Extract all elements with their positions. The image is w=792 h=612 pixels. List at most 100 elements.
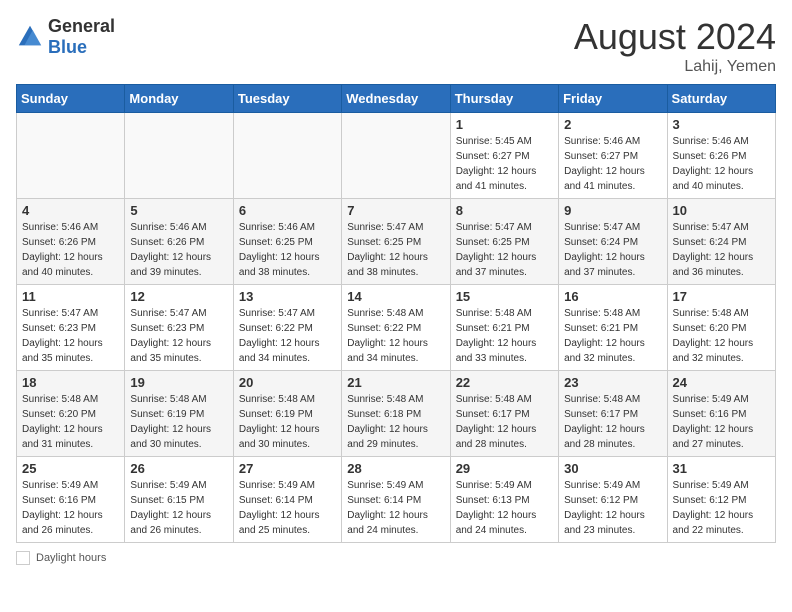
calendar-day-cell: 7 Sunrise: 5:47 AM Sunset: 6:25 PM Daylig… [342,199,450,285]
calendar-day-cell: 3 Sunrise: 5:46 AM Sunset: 6:26 PM Daylig… [667,113,775,199]
day-number: 28 [347,461,444,476]
day-number: 11 [22,289,119,304]
day-number: 5 [130,203,227,218]
day-of-week-header: Tuesday [233,85,341,113]
calendar-week-row: 11 Sunrise: 5:47 AM Sunset: 6:23 PM Dayli… [17,285,776,371]
day-info: Sunrise: 5:46 AM Sunset: 6:26 PM Dayligh… [673,134,770,194]
calendar-day-cell: 8 Sunrise: 5:47 AM Sunset: 6:25 PM Daylig… [450,199,558,285]
month-year: August 2024 [574,16,776,58]
calendar-day-cell: 15 Sunrise: 5:48 AM Sunset: 6:21 PM Dayli… [450,285,558,371]
day-number: 6 [239,203,336,218]
day-of-week-header: Wednesday [342,85,450,113]
day-number: 18 [22,375,119,390]
calendar-day-cell: 25Sunrise: 5:49 AM Sunset: 6:16 PM Dayli… [17,457,125,543]
day-info: Sunrise: 5:48 AM Sunset: 6:20 PM Dayligh… [673,306,770,366]
day-number: 3 [673,117,770,132]
logo-general: General [48,16,115,36]
location: Lahij, Yemen [574,58,776,76]
day-number: 8 [456,203,553,218]
calendar-day-cell: 30 Sunrise: 5:49 AM Sunset: 6:12 PM Dayli… [559,457,667,543]
day-info: Sunrise: 5:48 AM Sunset: 6:19 PM Dayligh… [239,392,336,452]
calendar-week-row: 25Sunrise: 5:49 AM Sunset: 6:16 PM Dayli… [17,457,776,543]
day-of-week-header: Monday [125,85,233,113]
day-number: 21 [347,375,444,390]
calendar-day-cell: 21 Sunrise: 5:48 AM Sunset: 6:18 PM Dayli… [342,371,450,457]
day-info: Sunrise: 5:47 AM Sunset: 6:23 PM Dayligh… [130,306,227,366]
day-number: 14 [347,289,444,304]
day-of-week-header: Sunday [17,85,125,113]
day-number: 22 [456,375,553,390]
calendar-day-cell: 2 Sunrise: 5:46 AM Sunset: 6:27 PM Daylig… [559,113,667,199]
calendar-day-cell: 1Sunrise: 5:45 AM Sunset: 6:27 PM Daylig… [450,113,558,199]
calendar-day-cell: 17Sunrise: 5:48 AM Sunset: 6:20 PM Dayli… [667,285,775,371]
calendar-day-cell: 12 Sunrise: 5:47 AM Sunset: 6:23 PM Dayli… [125,285,233,371]
calendar-day-cell: 19Sunrise: 5:48 AM Sunset: 6:19 PM Dayli… [125,371,233,457]
day-of-week-header: Friday [559,85,667,113]
day-info: Sunrise: 5:47 AM Sunset: 6:23 PM Dayligh… [22,306,119,366]
calendar-day-cell [233,113,341,199]
day-number: 23 [564,375,661,390]
calendar-day-cell: 13 Sunrise: 5:47 AM Sunset: 6:22 PM Dayli… [233,285,341,371]
calendar-day-cell: 22Sunrise: 5:48 AM Sunset: 6:17 PM Dayli… [450,371,558,457]
day-number: 27 [239,461,336,476]
day-info: Sunrise: 5:49 AM Sunset: 6:12 PM Dayligh… [564,478,661,538]
calendar-week-row: 1Sunrise: 5:45 AM Sunset: 6:27 PM Daylig… [17,113,776,199]
calendar-day-cell: 16 Sunrise: 5:48 AM Sunset: 6:21 PM Dayli… [559,285,667,371]
calendar-day-cell: 4Sunrise: 5:46 AM Sunset: 6:26 PM Daylig… [17,199,125,285]
day-info: Sunrise: 5:47 AM Sunset: 6:25 PM Dayligh… [347,220,444,280]
calendar-table: SundayMondayTuesdayWednesdayThursdayFrid… [16,84,776,543]
day-info: Sunrise: 5:47 AM Sunset: 6:24 PM Dayligh… [673,220,770,280]
calendar-day-cell: 10 Sunrise: 5:47 AM Sunset: 6:24 PM Dayli… [667,199,775,285]
day-info: Sunrise: 5:48 AM Sunset: 6:19 PM Dayligh… [130,392,227,452]
day-info: Sunrise: 5:47 AM Sunset: 6:24 PM Dayligh… [564,220,661,280]
daylight-box [16,551,30,565]
footer: Daylight hours [16,551,776,565]
title-block: August 2024 Lahij, Yemen [574,16,776,76]
day-number: 12 [130,289,227,304]
day-info: Sunrise: 5:47 AM Sunset: 6:22 PM Dayligh… [239,306,336,366]
day-info: Sunrise: 5:48 AM Sunset: 6:22 PM Dayligh… [347,306,444,366]
calendar-day-cell: 31Sunrise: 5:49 AM Sunset: 6:12 PM Dayli… [667,457,775,543]
day-info: Sunrise: 5:49 AM Sunset: 6:12 PM Dayligh… [673,478,770,538]
day-info: Sunrise: 5:49 AM Sunset: 6:16 PM Dayligh… [22,478,119,538]
day-number: 30 [564,461,661,476]
calendar-day-cell: 20Sunrise: 5:48 AM Sunset: 6:19 PM Dayli… [233,371,341,457]
day-info: Sunrise: 5:48 AM Sunset: 6:20 PM Dayligh… [22,392,119,452]
day-info: Sunrise: 5:46 AM Sunset: 6:27 PM Dayligh… [564,134,661,194]
daylight-label: Daylight hours [36,552,106,564]
day-number: 2 [564,117,661,132]
calendar-day-cell: 9Sunrise: 5:47 AM Sunset: 6:24 PM Daylig… [559,199,667,285]
day-info: Sunrise: 5:49 AM Sunset: 6:15 PM Dayligh… [130,478,227,538]
day-number: 15 [456,289,553,304]
day-info: Sunrise: 5:48 AM Sunset: 6:18 PM Dayligh… [347,392,444,452]
day-number: 10 [673,203,770,218]
day-info: Sunrise: 5:49 AM Sunset: 6:13 PM Dayligh… [456,478,553,538]
calendar-day-cell: 26 Sunrise: 5:49 AM Sunset: 6:15 PM Dayli… [125,457,233,543]
day-number: 16 [564,289,661,304]
day-info: Sunrise: 5:45 AM Sunset: 6:27 PM Dayligh… [456,134,553,194]
calendar-day-cell: 18 Sunrise: 5:48 AM Sunset: 6:20 PM Dayli… [17,371,125,457]
day-info: Sunrise: 5:46 AM Sunset: 6:26 PM Dayligh… [130,220,227,280]
calendar-day-cell [17,113,125,199]
calendar-day-cell [342,113,450,199]
day-info: Sunrise: 5:46 AM Sunset: 6:25 PM Dayligh… [239,220,336,280]
day-number: 7 [347,203,444,218]
day-number: 26 [130,461,227,476]
day-info: Sunrise: 5:46 AM Sunset: 6:26 PM Dayligh… [22,220,119,280]
calendar-day-cell: 11 Sunrise: 5:47 AM Sunset: 6:23 PM Dayli… [17,285,125,371]
day-info: Sunrise: 5:47 AM Sunset: 6:25 PM Dayligh… [456,220,553,280]
page-header: General Blue August 2024 Lahij, Yemen [16,16,776,76]
day-number: 13 [239,289,336,304]
calendar-day-cell: 24Sunrise: 5:49 AM Sunset: 6:16 PM Dayli… [667,371,775,457]
calendar-day-cell: 29 Sunrise: 5:49 AM Sunset: 6:13 PM Dayli… [450,457,558,543]
day-number: 29 [456,461,553,476]
day-info: Sunrise: 5:49 AM Sunset: 6:16 PM Dayligh… [673,392,770,452]
day-info: Sunrise: 5:49 AM Sunset: 6:14 PM Dayligh… [239,478,336,538]
calendar-day-cell: 6 Sunrise: 5:46 AM Sunset: 6:25 PM Daylig… [233,199,341,285]
day-info: Sunrise: 5:48 AM Sunset: 6:21 PM Dayligh… [456,306,553,366]
day-info: Sunrise: 5:48 AM Sunset: 6:21 PM Dayligh… [564,306,661,366]
calendar-day-cell [125,113,233,199]
calendar-day-cell: 23Sunrise: 5:48 AM Sunset: 6:17 PM Dayli… [559,371,667,457]
calendar-day-cell: 28Sunrise: 5:49 AM Sunset: 6:14 PM Dayli… [342,457,450,543]
calendar-week-row: 18 Sunrise: 5:48 AM Sunset: 6:20 PM Dayli… [17,371,776,457]
